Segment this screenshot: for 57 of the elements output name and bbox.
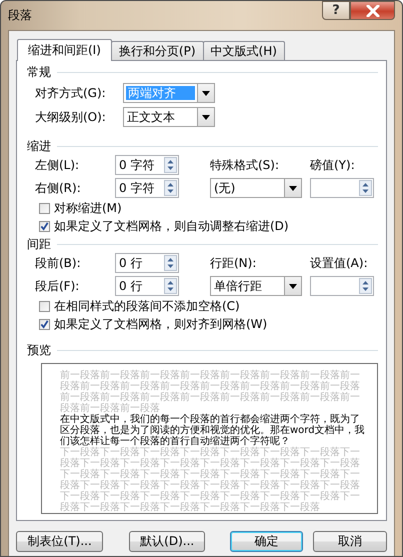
field-label: 大纲级别(O): xyxy=(35,108,107,126)
dialog-button[interactable]: 制表位(T)... xyxy=(16,530,104,552)
spin-arrows-icon xyxy=(359,180,372,196)
field-label: 设置值(A): xyxy=(310,254,369,272)
checkbox-label: 对称缩进(M) xyxy=(54,200,122,216)
spin-arrows-icon xyxy=(164,278,177,294)
checkbox[interactable] xyxy=(39,318,50,330)
tab[interactable]: 缩进和间距(I) xyxy=(17,39,112,61)
check-icon xyxy=(40,221,49,231)
field-label: 对齐方式(G): xyxy=(35,84,107,102)
caret-icon xyxy=(289,284,297,288)
field-label: 段后(F): xyxy=(35,278,80,294)
checkbox-label: 如果定义了文档网格，则对齐到网格(W) xyxy=(54,316,268,332)
close-button[interactable] xyxy=(350,1,395,20)
checkbox[interactable] xyxy=(39,220,50,232)
dialog-button[interactable]: 取消 xyxy=(313,530,387,552)
section-heading: 缩进 xyxy=(27,138,51,154)
caret-icon xyxy=(202,90,210,96)
checkbox-label: 如果定义了文档网格，则自动调整右缩进(D) xyxy=(54,218,289,234)
spin-field[interactable]: 0 行 xyxy=(115,253,179,273)
preview-text: 在中文版式中，我们的每一个段落的首行都会缩进两个字符，既为了区分段落，也是为了阅读的方便和视觉的优化。那在word文档中，我们该怎样让每一个段落的首行自动缩进两个字符呢？ xyxy=(60,414,366,447)
spin-field[interactable]: 0 字符 xyxy=(115,178,179,198)
dialog-button[interactable]: 确定 xyxy=(230,530,304,552)
field-label: 左侧(L): xyxy=(35,156,80,174)
preview-text: 下一段落下一段落下一段落下一段落下一段落下一段落下一段落下一段落下一段落下一段落下一段落下一段落下一段落下一段落下一段落下一段落下一段落下一段落下一段落下一段落下一段落下一段落下一段落下一段落下一段落下一段落下一段落下一段落下一段落下一段落下一段落下一段落下一段落下一段落下一段落下一段落下一段落下一段落下一段落下一段落下一段落下一段落下一段落下一段落 xyxy=(60,447,361,513)
caret-icon xyxy=(202,114,210,120)
dropdown[interactable]: 单倍行距 xyxy=(210,276,302,296)
tab[interactable]: 换行和分页(P) xyxy=(110,41,204,60)
field-label: 右侧(R): xyxy=(35,180,82,196)
checkbox[interactable] xyxy=(39,300,50,312)
checkbox[interactable] xyxy=(39,202,50,214)
section-heading: 间距 xyxy=(27,236,51,252)
section-heading: 常规 xyxy=(27,64,51,80)
spin-arrows-icon xyxy=(164,255,177,271)
dropdown[interactable]: 正文文本 xyxy=(123,107,215,127)
dropdown[interactable]: (无) xyxy=(210,178,302,198)
field-label: 特殊格式(S): xyxy=(210,156,280,174)
close-icon xyxy=(366,4,380,16)
dialog-button[interactable]: 默认(D)... xyxy=(129,530,205,552)
field-label: 段前(B): xyxy=(35,254,82,272)
spin-arrows-icon xyxy=(164,180,177,196)
spin-field[interactable] xyxy=(310,276,374,296)
window-title: 段落 xyxy=(8,7,32,24)
tab[interactable]: 中文版式(H) xyxy=(202,41,285,60)
spin-field[interactable] xyxy=(310,178,374,198)
field-label: 行距(N): xyxy=(210,254,258,272)
spin-arrows-icon xyxy=(164,157,177,173)
check-icon xyxy=(40,319,49,329)
section-heading: 预览 xyxy=(27,342,51,358)
spin-field[interactable]: 0 字符 xyxy=(115,155,179,175)
spin-field[interactable]: 0 行 xyxy=(115,276,179,296)
preview-text: 前一段落前一段落前一段落前一段落前一段落前一段落前一段落前一段落前一段落前一段落前一段落前一段落前一段落前一段落前一段落前一段落前一段落前一段落前一段落前一段落前一段落前一段落前一段落前一段落前一段落 xyxy=(60,370,361,414)
spin-arrows-icon xyxy=(359,278,372,294)
field-label: 磅值(Y): xyxy=(310,156,356,174)
checkbox-label: 在相同样式的段落间不添加空格(C) xyxy=(54,298,240,314)
help-button[interactable]: ? xyxy=(322,1,350,20)
caret-icon xyxy=(289,186,297,190)
